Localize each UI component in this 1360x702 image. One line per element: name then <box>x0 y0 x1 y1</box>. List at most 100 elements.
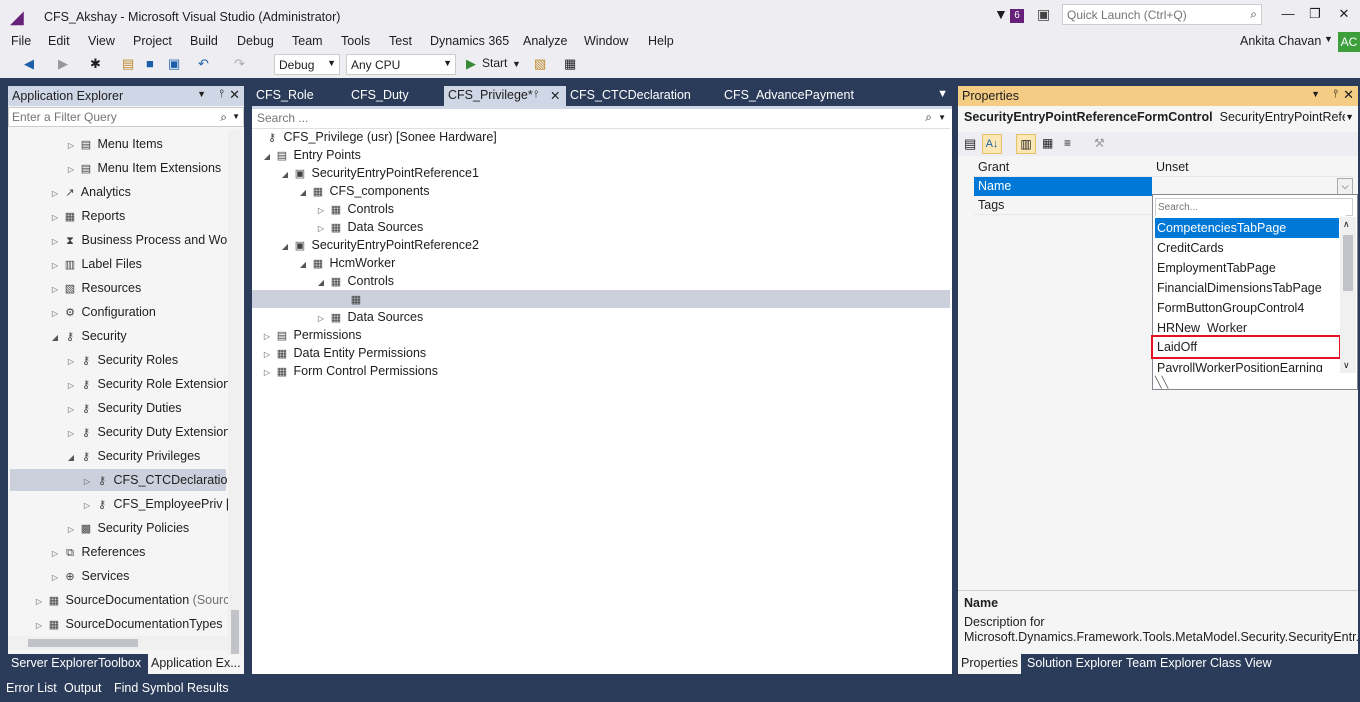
dropdown-scrollbar-thumb[interactable] <box>1343 235 1353 291</box>
menu-view[interactable]: View <box>88 34 115 48</box>
save-icon[interactable]: ■ <box>146 56 154 71</box>
collapse-icon[interactable]: ◢ <box>48 327 62 349</box>
tab-class-view[interactable]: Class View <box>1207 654 1275 674</box>
tree-node-new-form-control[interactable]: ▦ <box>252 290 950 308</box>
panel-menu-chevron-icon[interactable]: ▼ <box>1311 89 1320 99</box>
name-dropdown-button[interactable]: ⌵ <box>1337 178 1353 195</box>
events-icon[interactable]: ▦ <box>1042 136 1053 150</box>
wrench-icon[interactable]: ⚒ <box>1094 136 1105 150</box>
tree-node-security-role-extensions[interactable]: ▷ ⚷ Security Role Extensions <box>64 373 228 395</box>
user-chevron-down-icon[interactable]: ▼ <box>1324 34 1333 44</box>
expand-icon[interactable]: ▷ <box>48 567 62 589</box>
close-window-button[interactable]: ✕ <box>1332 6 1356 22</box>
tree-node-security-duty-extensions[interactable]: ▷ ⚷ Security Duty Extensions <box>64 421 228 443</box>
chevron-down-icon[interactable]: ▼ <box>938 113 946 122</box>
horizontal-scrollbar-thumb[interactable] <box>28 639 138 647</box>
expand-icon[interactable]: ▷ <box>48 255 62 277</box>
new-project-icon[interactable]: ✱ <box>90 56 101 72</box>
close-icon[interactable]: ✕ <box>1343 87 1354 103</box>
sort-icon[interactable]: ≡ <box>1064 136 1071 150</box>
tree-node-sourcedocumentationtypes[interactable]: ▷ ▦ SourceDocumentationTypes <box>32 613 223 635</box>
feedback-icon[interactable]: ▣ <box>1037 6 1050 23</box>
expand-icon[interactable]: ▷ <box>260 364 274 382</box>
maximize-button[interactable]: ❐ <box>1303 6 1327 22</box>
option-hrnew-worker[interactable]: HRNew_Worker <box>1155 318 1339 333</box>
vertical-scrollbar[interactable] <box>228 130 242 670</box>
expand-icon[interactable]: ▷ <box>80 495 94 517</box>
expand-icon[interactable]: ▷ <box>48 279 62 301</box>
tree-node-controls-2[interactable]: ◢ ▦ Controls <box>314 272 394 290</box>
user-name[interactable]: Ankita Chavan <box>1240 34 1321 48</box>
expand-icon[interactable]: ▷ <box>64 135 78 157</box>
start-play-icon[interactable]: ▶ <box>466 56 476 72</box>
window-layout-icon[interactable]: ▦ <box>564 56 576 72</box>
dropdown-search-input[interactable] <box>1156 199 1346 216</box>
object-selector[interactable]: SecurityEntryPointReferenceFormControl S… <box>964 110 1354 124</box>
tab-solution-explorer[interactable]: Solution Explorer <box>1024 654 1125 674</box>
tree-node-security-policies[interactable]: ▷ ▩ Security Policies <box>64 517 189 539</box>
tab-cfs-advancepayment[interactable]: CFS_AdvancePayment <box>720 86 858 106</box>
pin-icon[interactable]: ⫯ <box>219 88 224 101</box>
start-chevron-down-icon[interactable]: ▼ <box>512 59 521 69</box>
tree-node-security-duties[interactable]: ▷ ⚷ Security Duties <box>64 397 182 419</box>
tab-cfs-role[interactable]: CFS_Role <box>252 86 318 106</box>
tree-node-sourcedocumentation[interactable]: ▷ ▦ SourceDocumentation (Sourc <box>32 589 228 611</box>
expand-icon[interactable]: ▷ <box>64 423 78 445</box>
notification-badge[interactable]: 6 <box>1010 9 1024 23</box>
quick-launch-box[interactable]: ⌕ <box>1062 4 1262 25</box>
minimize-button[interactable]: — <box>1276 6 1300 21</box>
tree-node-security[interactable]: ◢ ⚷ Security <box>48 325 127 347</box>
tree-node-cfs-ctcdeclaration[interactable]: ▷ ⚷ CFS_CTCDeclaration <box>10 469 228 493</box>
dropdown-scrollbar[interactable]: ∧ ∨ <box>1340 217 1356 373</box>
open-file-icon[interactable]: ▤ <box>122 56 134 72</box>
pin-icon[interactable]: ⫯ <box>534 89 538 100</box>
tab-properties[interactable]: Properties <box>958 654 1021 674</box>
tree-node-configuration[interactable]: ▷ ⚙ Configuration <box>48 301 156 323</box>
option-payrollworkerpositionearning[interactable]: PayrollWorkerPositionEarning <box>1155 361 1339 372</box>
tree-node-references[interactable]: ▷ ⧉ References <box>48 541 146 563</box>
expand-icon[interactable]: ▷ <box>48 231 62 253</box>
tree-node-security-privileges[interactable]: ◢ ⚷ Security Privileges <box>64 445 200 467</box>
tab-find-symbol-results[interactable]: Find Symbol Results <box>114 681 229 695</box>
categorized-icon[interactable]: ▤ <box>964 136 976 152</box>
filter-query-box[interactable]: ⌕ ▼ <box>8 107 244 127</box>
tree-node-analytics[interactable]: ▷ ↗ Analytics <box>48 181 131 203</box>
expand-icon[interactable]: ▷ <box>64 519 78 541</box>
notification-flag-icon[interactable]: ▼ <box>994 6 1008 22</box>
collapse-icon[interactable]: ◢ <box>296 184 310 202</box>
option-laidoff[interactable]: LaidOff <box>1151 335 1341 359</box>
tree-node-controls-1[interactable]: ▷ ▦ Controls <box>314 200 394 218</box>
save-all-icon[interactable]: ▣ <box>168 56 180 72</box>
tree-node-hcmworker[interactable]: ◢ ▦ HcmWorker <box>296 254 395 272</box>
tree-node-menu-items[interactable]: ▷ ▤ Menu Items <box>64 133 163 155</box>
tree-node-cfs-components[interactable]: ◢ ▦ CFS_components <box>296 182 430 200</box>
solution-config-dropdown[interactable]: Debug ▼ <box>274 54 340 75</box>
menu-edit[interactable]: Edit <box>48 34 70 48</box>
redo-icon[interactable]: ↷ <box>234 56 245 72</box>
option-competenciestabpage[interactable]: CompetenciesTabPage <box>1155 218 1339 238</box>
tree-node-menu-item-extensions[interactable]: ▷ ▤ Menu Item Extensions <box>64 157 221 179</box>
expand-icon[interactable]: ▷ <box>48 303 62 325</box>
tab-application-explorer[interactable]: Application Ex... <box>148 654 244 674</box>
property-value[interactable]: Unset <box>1156 158 1189 177</box>
expand-icon[interactable]: ▷ <box>80 471 94 493</box>
menu-file[interactable]: File <box>11 34 31 48</box>
forward-icon[interactable]: ▶ <box>58 56 68 72</box>
tree-node-entry-points[interactable]: ◢ ▤ Entry Points <box>260 146 361 164</box>
collapse-icon[interactable]: ◢ <box>296 256 310 274</box>
collapse-icon[interactable]: ◢ <box>278 166 292 184</box>
undo-icon[interactable]: ↶ <box>198 56 209 72</box>
close-tab-icon[interactable]: ✕ <box>550 88 560 103</box>
tree-node-security-roles[interactable]: ▷ ⚷ Security Roles <box>64 349 178 371</box>
expand-icon[interactable]: ▷ <box>64 375 78 397</box>
tree-root-cfs-privilege[interactable]: ⚷ CFS_Privilege (usr) [Sonee Hardware] <box>264 128 497 146</box>
expand-icon[interactable]: ▷ <box>48 183 62 205</box>
tree-node-resources[interactable]: ▷ ▧ Resources <box>48 277 141 299</box>
start-button[interactable]: Start <box>482 56 507 70</box>
tree-node-security-entry-point-2[interactable]: ◢ ▣ SecurityEntryPointReference2 <box>278 236 479 254</box>
tab-overflow-chevron-icon[interactable]: ▼ <box>937 88 948 100</box>
tree-node-reports[interactable]: ▷ ▦ Reports <box>48 205 125 227</box>
pin-icon[interactable]: ⫯ <box>1333 88 1338 101</box>
designer-search-box[interactable]: ⌕ ▼ <box>252 109 950 129</box>
option-formbuttongroupcontrol4[interactable]: FormButtonGroupControl4 <box>1155 298 1339 318</box>
